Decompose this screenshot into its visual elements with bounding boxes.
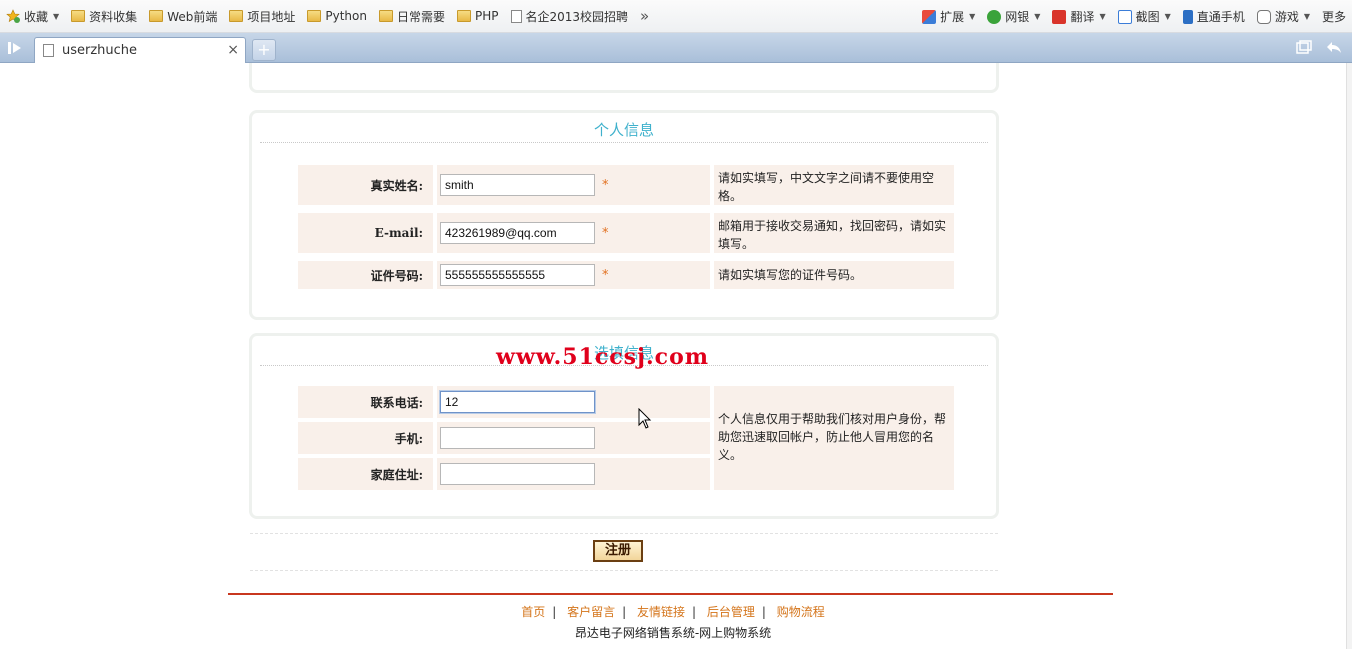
bookmark-folder[interactable]: Web前端	[143, 0, 223, 33]
chevron-down-icon: ▼	[969, 12, 976, 21]
chevron-down-icon: ▼	[1303, 12, 1310, 21]
bookmark-folder[interactable]: PHP	[451, 0, 505, 33]
scissors-icon	[1117, 9, 1132, 24]
more-button[interactable]: 更多	[1316, 0, 1352, 33]
optional-info-hint: 个人信息仅用于帮助我们核对用户身份，帮助您迅速取回帐户，防止他人冒用您的名义。	[714, 386, 954, 490]
footer-separator: |	[692, 605, 697, 619]
required-star: *	[602, 226, 609, 241]
bookmark-folder[interactable]: Python	[301, 0, 373, 33]
phone-sync-button[interactable]: 直通手机	[1177, 0, 1251, 33]
double-chevron-right-icon: »	[640, 7, 650, 25]
field-label: 联系电话:	[298, 386, 433, 418]
tab-bar-right	[1296, 40, 1342, 58]
tab-userzhuche[interactable]: userzhuche ×	[34, 37, 246, 63]
bookmark-page[interactable]: 名企2013校园招聘	[505, 0, 635, 33]
translate-icon	[1052, 9, 1067, 24]
footer-link-messages[interactable]: 客户留言	[567, 605, 615, 619]
folder-icon	[229, 10, 244, 22]
folder-icon	[378, 10, 393, 22]
field-input-cell	[437, 458, 710, 490]
watermark: www.51ccsj.com	[496, 344, 710, 370]
email-input[interactable]: 423261989@qq.com	[440, 222, 595, 244]
bookmarks-bar: 收藏 ▼ 资料收集 Web前端 项目地址 Python 日常需要 PHP 名企20…	[0, 0, 1352, 33]
bookmark-folder[interactable]: 日常需要	[373, 0, 451, 33]
bookmark-folder[interactable]: 资料收集	[65, 0, 143, 33]
close-icon[interactable]: ×	[227, 42, 239, 58]
page-content: 个人信息 真实姓名: smith * 请如实填写，中文文字之间请不要使用空格。 …	[0, 63, 1346, 649]
screenshot-button[interactable]: 截图 ▼	[1112, 0, 1177, 33]
restore-tabs-icon[interactable]	[1296, 40, 1312, 58]
field-input-cell: 555555555555555 *	[437, 261, 710, 289]
folder-icon	[149, 10, 164, 22]
field-label: E-mail:	[298, 213, 433, 253]
games-button[interactable]: 游戏 ▼	[1251, 0, 1316, 33]
previous-section-panel	[249, 63, 999, 93]
extensions-button[interactable]: 扩展 ▼	[916, 0, 981, 33]
footer-links: 首页 | 客户留言 | 友情链接 | 后台管理 | 购物流程	[0, 603, 1346, 620]
field-input-cell	[437, 422, 710, 454]
translate-button[interactable]: 翻译 ▼	[1046, 0, 1111, 33]
field-input-cell: 423261989@qq.com *	[437, 213, 710, 253]
footer-divider	[228, 593, 1113, 595]
footer-copyright: 昂达电子网络销售系统-网上购物系统	[574, 626, 772, 640]
page-icon	[510, 9, 522, 23]
footer-link-shopping-flow[interactable]: 购物流程	[777, 605, 825, 619]
field-label: 家庭住址:	[298, 458, 433, 490]
footer-link-home[interactable]: 首页	[521, 605, 545, 619]
shield-icon	[987, 9, 1002, 24]
field-hint: 邮箱用于接收交易通知，找回密码，请如实填写。	[714, 213, 954, 253]
chevron-down-icon: ▼	[1164, 12, 1171, 21]
chevron-down-icon: ▼	[1034, 12, 1041, 21]
folder-icon	[307, 10, 322, 22]
field-label: 手机:	[298, 422, 433, 454]
page-icon	[43, 44, 54, 57]
register-button[interactable]: 注册	[593, 540, 643, 562]
footer-link-friends[interactable]: 友情链接	[637, 605, 685, 619]
field-input-cell: smith *	[437, 165, 710, 205]
field-hint: 请如实填写您的证件号码。	[714, 261, 954, 289]
sidebar-toggle-icon[interactable]	[0, 33, 30, 63]
gamepad-icon	[1256, 9, 1271, 24]
address-input[interactable]	[440, 463, 595, 485]
phone-icon	[1182, 9, 1193, 24]
tab-title: userzhuche	[62, 43, 138, 58]
grid-icon	[922, 9, 937, 24]
required-star: *	[602, 178, 609, 193]
real-name-input[interactable]: smith	[440, 174, 595, 196]
folder-icon	[71, 10, 86, 22]
field-hint: 请如实填写，中文文字之间请不要使用空格。	[714, 165, 954, 205]
field-label: 证件号码:	[298, 261, 433, 289]
chevron-down-icon: ▼	[53, 11, 60, 21]
online-banking-button[interactable]: 网银 ▼	[981, 0, 1046, 33]
field-input-cell: 12	[437, 386, 710, 418]
phone-input[interactable]: 12	[440, 391, 595, 413]
star-plus-icon	[6, 9, 20, 23]
chevron-down-icon: ▼	[1099, 12, 1106, 21]
bookmarks-overflow-button[interactable]: »	[634, 0, 655, 33]
vertical-scrollbar[interactable]	[1346, 63, 1352, 649]
bookmark-favorites[interactable]: 收藏 ▼	[0, 0, 65, 33]
footer-link-admin[interactable]: 后台管理	[707, 605, 755, 619]
footer-separator: |	[622, 605, 627, 619]
id-number-input[interactable]: 555555555555555	[440, 264, 595, 286]
undo-close-icon[interactable]	[1326, 40, 1342, 58]
footer-separator: |	[552, 605, 557, 619]
mobile-input[interactable]	[440, 427, 595, 449]
section-title: 个人信息	[260, 117, 988, 143]
footer-separator: |	[761, 605, 766, 619]
new-tab-button[interactable]: +	[252, 39, 276, 61]
bookmark-folder[interactable]: 项目地址	[223, 0, 301, 33]
field-label: 真实姓名:	[298, 165, 433, 205]
personal-info-section: 个人信息 真实姓名: smith * 请如实填写，中文文字之间请不要使用空格。 …	[249, 110, 999, 320]
folder-icon	[457, 10, 471, 22]
toolbar-right: 扩展 ▼ 网银 ▼ 翻译 ▼ 截图 ▼ 直通手机 游戏 ▼ 更多	[916, 0, 1352, 33]
required-star: *	[602, 268, 609, 283]
tab-bar: userzhuche × +	[0, 33, 1352, 63]
